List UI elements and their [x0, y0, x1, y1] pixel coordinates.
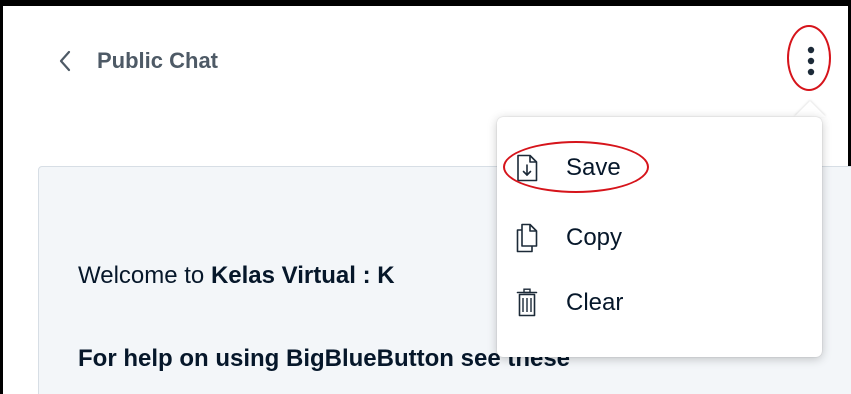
dropdown-caret [794, 101, 826, 117]
menu-item-save[interactable]: Save [514, 148, 621, 188]
chat-options-button[interactable] [788, 33, 834, 93]
chat-window: Public Chat Welcome to Kelas Virtual : K… [0, 0, 851, 394]
page-title: Public Chat [97, 48, 219, 73]
chevron-left-icon [58, 48, 80, 74]
menu-item-clear[interactable]: Clear [514, 283, 623, 323]
welcome-message: Welcome to Kelas Virtual : K [78, 262, 395, 290]
menu-item-copy[interactable]: Copy [514, 218, 622, 258]
back-button[interactable]: Public Chat [58, 46, 218, 76]
trash-icon [514, 287, 540, 319]
menu-item-label: Clear [566, 289, 624, 316]
more-vertical-icon [806, 44, 816, 82]
welcome-prefix: Welcome to [78, 262, 211, 289]
menu-item-label: Save [566, 154, 621, 181]
chat-header: Public Chat [3, 6, 848, 101]
copy-icon [514, 222, 540, 254]
welcome-room-name: Kelas Virtual : K [210, 262, 395, 289]
menu-item-label: Copy [566, 224, 623, 251]
save-file-icon [514, 152, 540, 184]
